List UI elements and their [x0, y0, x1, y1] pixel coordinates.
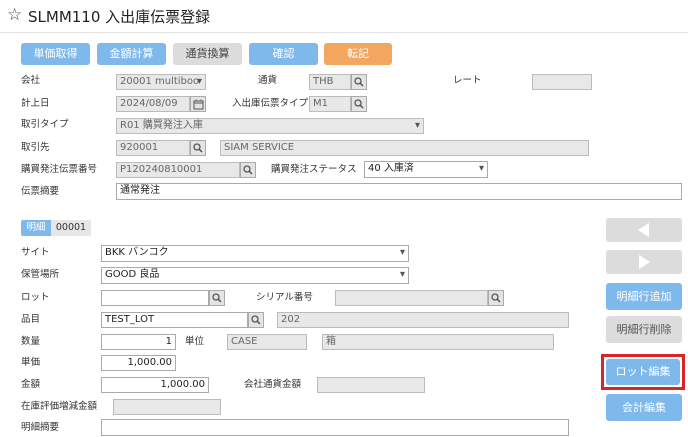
posting-date-field[interactable]: 2024/08/09 — [116, 96, 190, 112]
calc-amount-button[interactable]: 金額計算 — [97, 43, 166, 65]
po-search-icon[interactable] — [240, 162, 256, 178]
tab-detail[interactable]: 明細 — [21, 220, 51, 236]
item-code-field[interactable]: TEST_LOT — [101, 312, 248, 328]
rate-label: レート — [453, 75, 482, 86]
title-bar: ☆ SLMM110 入出庫伝票登録 — [0, 0, 688, 33]
location-select[interactable]: GOOD 良品 — [101, 267, 409, 284]
po-number-label: 購買発注伝票番号 — [21, 164, 98, 175]
lot-field[interactable] — [101, 290, 209, 306]
arrow-right-icon — [639, 255, 650, 269]
add-line-button[interactable]: 明細行追加 — [606, 283, 682, 310]
txn-type-select[interactable]: R01 購買発注入庫 — [116, 118, 424, 134]
lot-search-icon[interactable] — [209, 290, 225, 306]
currency-field[interactable]: THB — [309, 74, 351, 90]
company-label: 会社 — [21, 75, 41, 86]
partner-label: 取引先 — [21, 142, 50, 153]
line-memo-label: 明細摘要 — [21, 422, 60, 433]
unit-name-field: 箱 — [322, 334, 554, 350]
po-status-select[interactable]: 40 入庫済 — [364, 161, 488, 178]
unit-code-field[interactable]: CASE — [227, 334, 307, 350]
arrow-left-icon — [638, 223, 649, 237]
lot-label: ロット — [21, 292, 50, 303]
amount-label: 金額 — [21, 379, 41, 390]
txn-type-label: 取引タイプ — [21, 119, 69, 130]
unit-label: 単位 — [185, 336, 205, 347]
inventory-diff-label: 在庫評価増減金額 — [21, 401, 98, 412]
memo-field[interactable]: 通常発注 — [116, 183, 682, 200]
delete-line-button[interactable]: 明細行削除 — [606, 316, 682, 343]
amount-field[interactable]: 1,000.00 — [101, 377, 209, 393]
location-label: 保管場所 — [21, 269, 60, 280]
line-number: 00001 — [51, 220, 91, 236]
slip-type-label: 入出庫伝票タイプ — [232, 98, 309, 109]
po-number-field[interactable]: P120240810001 — [116, 162, 240, 178]
star-icon[interactable]: ☆ — [7, 5, 22, 25]
price-field[interactable]: 1,000.00 — [101, 355, 176, 371]
prev-line-button[interactable] — [606, 218, 682, 242]
rate-field[interactable] — [532, 74, 592, 90]
serial-label: シリアル番号 — [256, 292, 313, 303]
po-status-label: 購買発注ステータス — [271, 164, 357, 175]
currency-label: 通貨 — [258, 75, 278, 86]
confirm-button[interactable]: 確認 — [249, 43, 318, 65]
serial-search-icon[interactable] — [488, 290, 504, 306]
slip-type-field[interactable]: M1 — [309, 96, 351, 112]
post-button[interactable]: 転記 — [324, 43, 392, 65]
currency-search-icon[interactable] — [351, 74, 367, 90]
qty-label: 数量 — [21, 336, 41, 347]
partner-code-field[interactable]: 920001 — [116, 140, 190, 156]
company-amount-label: 会社通貨金額 — [244, 379, 302, 390]
calendar-icon[interactable] — [190, 96, 206, 112]
company-amount-field — [317, 377, 425, 393]
currency-convert-button[interactable]: 通貨換算 — [173, 43, 242, 65]
memo-label: 伝票摘要 — [21, 186, 60, 197]
item-search-icon[interactable] — [248, 312, 264, 328]
lot-edit-button[interactable]: ロット編集 — [606, 359, 680, 385]
get-price-button[interactable]: 単価取得 — [21, 43, 90, 65]
qty-field[interactable]: 1 — [101, 334, 176, 350]
slip-type-search-icon[interactable] — [351, 96, 367, 112]
site-label: サイト — [21, 247, 50, 258]
serial-field[interactable] — [335, 290, 488, 306]
price-label: 単価 — [21, 357, 41, 368]
account-edit-button[interactable]: 会計編集 — [606, 394, 682, 421]
item-name-field: 202 — [277, 312, 569, 328]
company-select[interactable]: 20001 multiboo — [116, 74, 206, 90]
inventory-diff-field — [113, 399, 221, 415]
posting-date-label: 計上日 — [21, 98, 50, 109]
page-title: SLMM110 入出庫伝票登録 — [28, 8, 211, 26]
item-label: 品目 — [21, 314, 41, 325]
partner-search-icon[interactable] — [190, 140, 206, 156]
site-select[interactable]: BKK バンコク — [101, 245, 409, 262]
line-memo-field[interactable] — [101, 419, 569, 436]
partner-name-field: SIAM SERVICE — [220, 140, 589, 156]
next-line-button[interactable] — [606, 250, 682, 274]
